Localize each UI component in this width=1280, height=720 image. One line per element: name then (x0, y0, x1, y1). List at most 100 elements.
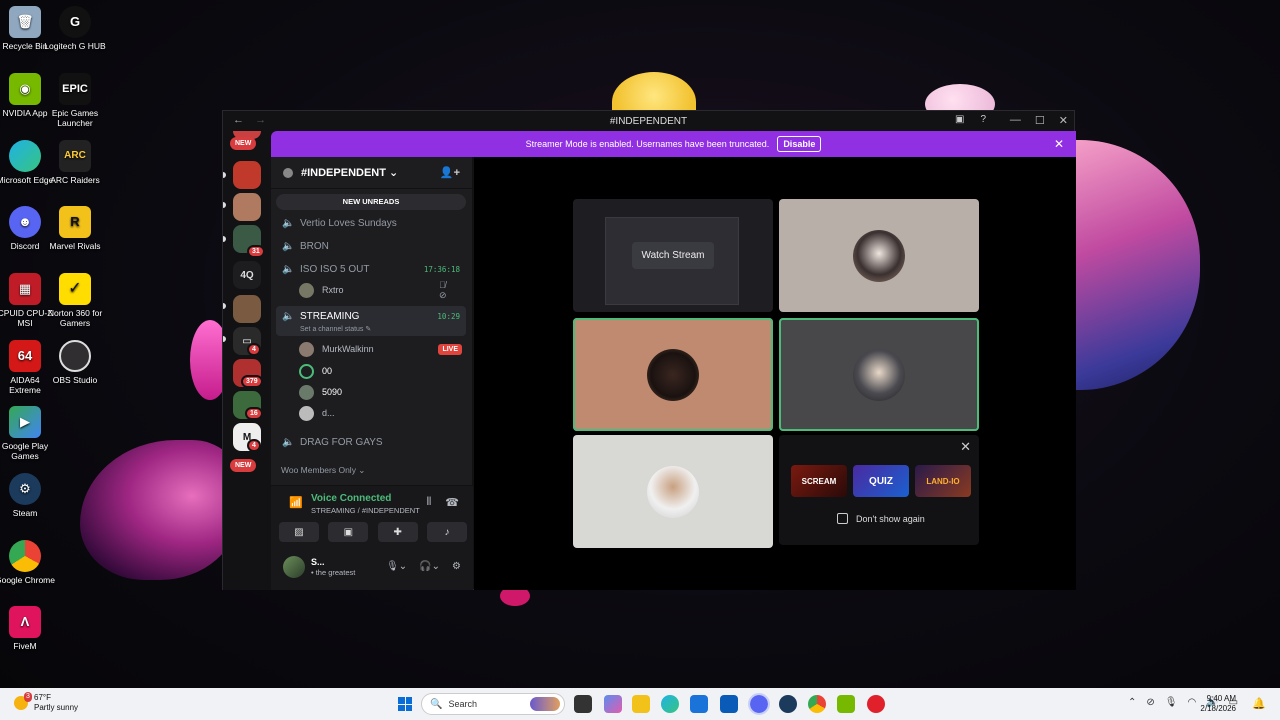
voice-status[interactable]: Voice Connected (311, 493, 391, 504)
mention-badge: 31 (247, 245, 265, 258)
minimize-button[interactable]: — (1010, 114, 1021, 127)
participant-tile-speaking[interactable] (573, 318, 773, 431)
disconnect-icon[interactable]: ☎ (445, 496, 459, 509)
share-screen-button[interactable]: ▣ (328, 522, 369, 542)
promo-close-icon[interactable]: ✕ (960, 439, 971, 455)
desktop-icon-google-play[interactable]: ▶ Google Play Games (0, 406, 56, 461)
wifi-icon[interactable]: ◠ (1187, 697, 1196, 708)
desktop-icon-label: Google Play Games (1, 441, 49, 461)
new-indicator[interactable]: NEW (230, 137, 257, 150)
inbox-icon[interactable]: ▣ (955, 114, 964, 125)
camera-off-button[interactable]: ▨ (279, 522, 319, 542)
noise-suppression-icon[interactable]: ⫴ (427, 496, 432, 509)
task-view-icon[interactable] (574, 695, 592, 713)
settings-gear-icon[interactable]: ⚙ (452, 561, 461, 572)
wallpaper-shape (1070, 140, 1200, 390)
tray-app-icon[interactable]: ⊘ (1146, 697, 1154, 708)
server-header[interactable]: #INDEPENDENT ⌄ 👤+ (271, 157, 472, 189)
channel-status[interactable]: Set a channel status ✎ (300, 325, 371, 333)
microphone-icon[interactable]: 🎙⌄ (386, 561, 407, 572)
desktop-icon-norton[interactable]: ✓ Norton 360 for Gamers (44, 273, 106, 328)
obs-icon (59, 340, 91, 372)
soundboard-button[interactable]: ♪ (426, 522, 467, 542)
store-icon[interactable] (690, 695, 708, 713)
desktop-icon-label: Marvel Rivals (49, 241, 101, 251)
voice-channel-active[interactable]: 🔈 STREAMING 10:29 Set a channel status ✎ (276, 306, 466, 336)
new-unreads-pill[interactable]: NEW UNREADS (276, 194, 466, 210)
member-name: MurkWalkinn (322, 344, 374, 354)
voice-member[interactable]: d... (299, 404, 335, 422)
desktop-icon-marvel-rivals[interactable]: R Marvel Rivals (44, 206, 106, 251)
outlook-icon[interactable] (720, 695, 738, 713)
invite-icon[interactable]: 👤+ (440, 166, 460, 179)
checkbox[interactable] (837, 513, 848, 524)
desktop-icon-label: NVIDIA App (2, 108, 48, 118)
app-taskbar-icon[interactable] (867, 695, 885, 713)
desktop-icon-arc-raiders[interactable]: ARC ARC Raiders (44, 140, 106, 185)
discord-taskbar-icon[interactable] (748, 693, 770, 715)
microphone-tray-icon[interactable]: 🎙 (1165, 697, 1178, 708)
widgets-icon[interactable] (604, 695, 622, 713)
avatar (299, 363, 314, 379)
server-icon[interactable]: 4Q (233, 261, 261, 289)
desktop-icon-chrome[interactable]: Google Chrome (0, 540, 56, 585)
muted-icon: 🎙̸ ⊘ (439, 279, 447, 300)
user-avatar[interactable] (283, 556, 305, 578)
participant-tile-speaking[interactable] (779, 318, 979, 431)
voice-member[interactable]: 00 (299, 362, 332, 380)
weather-widget[interactable]: 3 67°F Partly sunny (14, 692, 78, 713)
help-icon[interactable]: ? (980, 114, 986, 125)
new-indicator[interactable]: NEW (230, 459, 257, 472)
voice-connection-panel: 📶 Voice Connected STREAMING / #INDEPENDE… (271, 485, 473, 547)
nvidia-taskbar-icon[interactable] (837, 695, 855, 713)
chevron-up-icon[interactable]: ⌃ (1128, 697, 1136, 708)
desktop-icon-epic[interactable]: EPIC Epic Games Launcher (44, 73, 106, 128)
edge-taskbar-icon[interactable] (661, 695, 679, 713)
title-bar: ← → #INDEPENDENT ▣ ? — ☐ ✕ (223, 111, 1074, 131)
disable-button[interactable]: Disable (777, 136, 822, 152)
participant-avatar (647, 348, 699, 401)
chrome-taskbar-icon[interactable] (808, 695, 826, 713)
participant-avatar (853, 348, 905, 401)
dont-show-again[interactable]: Don't show again (837, 513, 925, 524)
participant-tile[interactable] (573, 435, 773, 548)
watch-stream-button[interactable]: Watch Stream (631, 242, 715, 269)
voice-channel[interactable]: 🔈 BRON (276, 236, 466, 256)
taskbar-search[interactable]: 🔍 Search (421, 693, 565, 715)
banner-close-icon[interactable]: ✕ (1054, 137, 1064, 151)
desktop-icon-logitech[interactable]: G Logitech G HUB (44, 6, 106, 51)
server-icon[interactable] (233, 193, 261, 221)
server-icon[interactable] (233, 295, 261, 323)
promo-game-tile[interactable]: LAND-IO (915, 465, 971, 497)
voice-channel[interactable]: 🔈 DRAG FOR GAYS (276, 432, 466, 452)
category-header[interactable]: Woo Members Only ⌄ (281, 465, 365, 476)
notification-bell-icon[interactable]: 🔔 (1252, 697, 1266, 710)
recycle-bin-icon: 🗑 (9, 6, 41, 38)
steam-taskbar-icon[interactable] (779, 695, 797, 713)
close-button[interactable]: ✕ (1059, 114, 1068, 127)
clock[interactable]: 9:40 AM 2/18/2026 (1200, 694, 1236, 714)
signal-icon[interactable]: 📶 (289, 496, 303, 509)
start-button[interactable] (398, 697, 412, 711)
desktop-icon-steam[interactable]: ⚙ Steam (0, 473, 56, 518)
stream-tile[interactable]: Watch Stream (573, 199, 773, 312)
promo-game-tile[interactable]: QUIZ (853, 465, 909, 497)
voice-member[interactable]: 5090 (299, 383, 342, 401)
desktop-icon-obs[interactable]: OBS Studio (44, 340, 106, 385)
speaker-icon: 🔈 (282, 436, 295, 448)
server-icon[interactable] (233, 161, 261, 189)
maximize-button[interactable]: ☐ (1035, 114, 1045, 127)
google-play-icon: ▶ (9, 406, 41, 438)
promo-game-tile[interactable]: SCREAM (791, 465, 847, 497)
voice-channel[interactable]: 🔈 Vertio Loves Sundays (276, 213, 466, 233)
file-explorer-icon[interactable] (632, 695, 650, 713)
activities-button[interactable]: ✚ (377, 522, 418, 542)
voice-member[interactable]: Rxtro 🎙̸ ⊘ (299, 280, 447, 300)
voice-channel[interactable]: 🔈 ISO ISO 5 OUT 17:36:18 (276, 259, 466, 279)
voice-controls: ⫴ ☎ (427, 496, 459, 509)
desktop-icon-label: Google Chrome (0, 575, 55, 585)
headphones-icon[interactable]: 🎧⌄ (419, 561, 440, 572)
desktop-icon-fivem[interactable]: Λ FiveM (0, 606, 56, 651)
participant-tile[interactable] (779, 199, 979, 312)
voice-member[interactable]: MurkWalkinn (299, 340, 374, 358)
